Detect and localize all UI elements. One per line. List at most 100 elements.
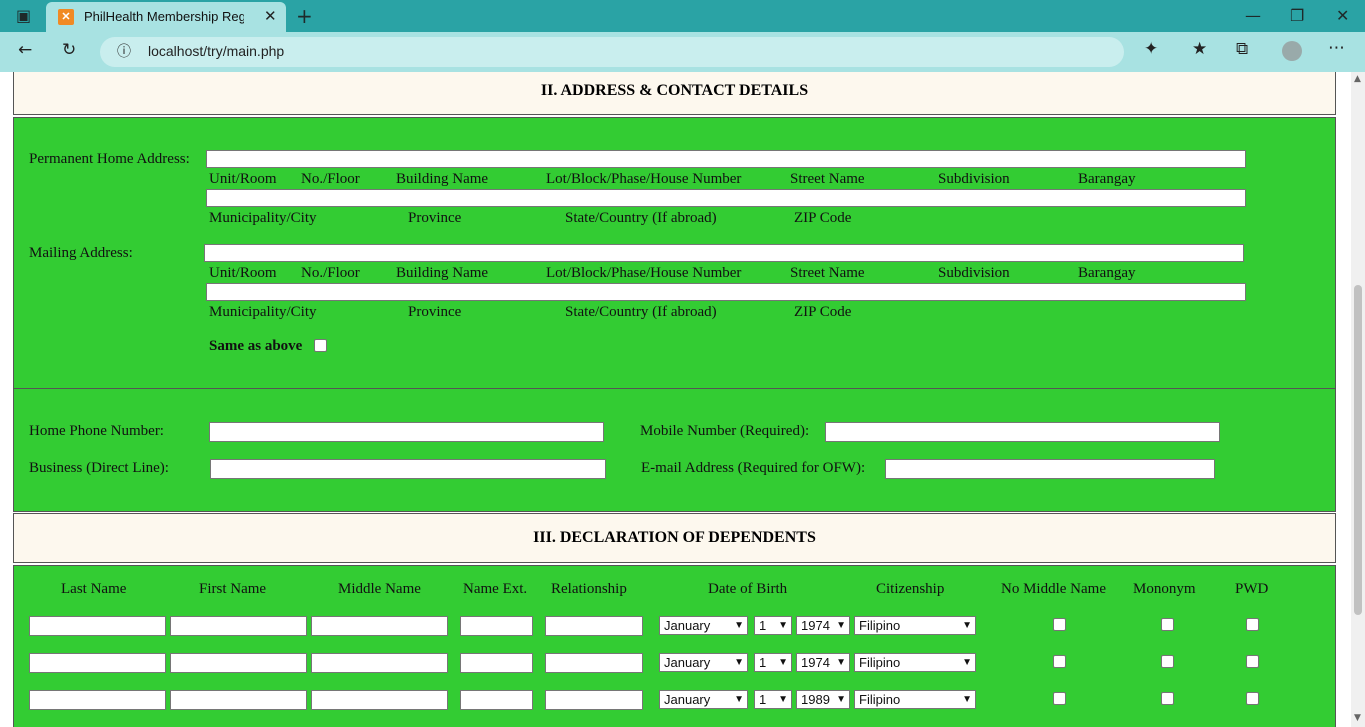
browser-tab[interactable]: ✕ PhilHealth Membership Registrat ✕ [46,2,286,32]
contact-panel: Home Phone Number: Mobile Number (Requir… [13,388,1336,512]
relationship-input[interactable] [545,653,643,673]
favorites-icon[interactable]: ★ [1192,39,1207,59]
birth-year-select[interactable]: 1989 ▼ [796,690,850,709]
first-name-input[interactable] [170,690,307,710]
url-text: localhost/try/main.php [148,43,285,59]
citizenship-select[interactable]: Filipino ▼ [854,690,976,709]
refresh-icon[interactable]: ↻ [62,40,76,60]
page-scrollbar[interactable]: ▲ ▼ [1351,72,1365,727]
birth-year-select[interactable]: 1974 ▼ [796,653,850,672]
street-label: Street Name [790,171,865,187]
middle-name-input[interactable] [311,616,448,636]
mailing-state-country-label: State/Country (If abroad) [565,304,717,320]
last-name-input[interactable] [29,690,166,710]
middle-name-input[interactable] [311,690,448,710]
tab-title: PhilHealth Membership Registrat [84,9,244,24]
mailing-barangay-label: Barangay [1078,265,1136,281]
col-middle-name: Middle Name [338,581,421,597]
floor-label: No./Floor [301,171,360,187]
collections-icon[interactable]: ⧉ [1236,39,1248,59]
mailing-address-label: Mailing Address: [29,245,133,261]
birth-day-select[interactable]: 1 ▼ [754,653,792,672]
chevron-down-icon: ▼ [836,694,846,705]
scroll-thumb[interactable] [1354,285,1362,615]
info-icon[interactable]: ⓘ [117,41,131,61]
mailing-zip-label: ZIP Code [794,304,852,320]
permanent-address-line1-input[interactable] [206,150,1246,168]
birth-day-select[interactable]: 1 ▼ [754,690,792,709]
home-phone-input[interactable] [209,422,604,442]
last-name-input[interactable] [29,616,166,636]
barangay-label: Barangay [1078,171,1136,187]
extensions-icon[interactable]: ✦ [1144,39,1158,59]
pwd-checkbox[interactable] [1246,655,1259,668]
name-ext-input[interactable] [460,616,533,636]
chevron-down-icon: ▼ [962,620,972,631]
col-date-of-birth: Date of Birth [708,581,788,597]
first-name-input[interactable] [170,653,307,673]
address-bar[interactable]: ⓘ localhost/try/main.php [100,37,1124,67]
citizenship-select[interactable]: Filipino ▼ [854,653,976,672]
back-icon[interactable]: ← [18,40,32,60]
no-middle-name-checkbox[interactable] [1053,692,1066,705]
xampp-icon: ✕ [58,9,74,25]
relationship-input[interactable] [545,616,643,636]
email-label: E-mail Address (Required for OFW): [641,460,866,476]
no-middle-name-checkbox[interactable] [1053,655,1066,668]
section-2-title: II. ADDRESS & CONTACT DETAILS [540,82,809,99]
name-ext-input[interactable] [460,653,533,673]
chevron-down-icon: ▼ [962,657,972,668]
mailing-street-label: Street Name [790,265,865,281]
minimize-button[interactable]: — [1245,6,1261,25]
birth-month-select[interactable]: January ▼ [659,690,748,709]
profile-avatar[interactable] [1282,41,1302,61]
pwd-checkbox[interactable] [1246,692,1259,705]
sidebar-toggle-icon[interactable]: ▣ [16,6,31,25]
mailing-address-line2-input[interactable] [206,283,1246,301]
mobile-input[interactable] [825,422,1220,442]
chevron-down-icon: ▼ [778,657,788,668]
name-ext-input[interactable] [460,690,533,710]
pwd-checkbox[interactable] [1246,618,1259,631]
close-window-button[interactable]: ✕ [1336,6,1349,25]
permanent-address-line2-input[interactable] [206,189,1246,207]
dependents-panel: Last Name First Name Middle Name Name Ex… [13,565,1336,727]
mailing-subdivision-label: Subdivision [938,265,1010,281]
scroll-up-icon[interactable]: ▲ [1354,74,1361,84]
province-label: Province [408,210,462,226]
mononym-checkbox[interactable] [1161,692,1174,705]
chevron-down-icon: ▼ [778,620,788,631]
restore-button[interactable]: ❐ [1290,6,1304,25]
mononym-checkbox[interactable] [1161,655,1174,668]
middle-name-input[interactable] [311,653,448,673]
no-middle-name-checkbox[interactable] [1053,618,1066,631]
mononym-checkbox[interactable] [1161,618,1174,631]
more-menu-icon[interactable]: ⋯ [1328,38,1345,58]
mailing-lot-block-label: Lot/Block/Phase/House Number [546,265,742,281]
birth-month-select[interactable]: January ▼ [659,653,748,672]
browser-title-bar: ▣ ✕ PhilHealth Membership Registrat ✕ + … [0,0,1365,32]
col-first-name: First Name [199,581,267,597]
chevron-down-icon: ▼ [836,657,846,668]
state-country-label: State/Country (If abroad) [565,210,717,226]
citizenship-select[interactable]: Filipino ▼ [854,616,976,635]
scroll-down-icon[interactable]: ▼ [1354,713,1361,723]
section-3-header: III. DECLARATION OF DEPENDENTS [13,513,1336,563]
subdivision-label: Subdivision [938,171,1010,187]
birth-day-select[interactable]: 1 ▼ [754,616,792,635]
same-as-above-checkbox[interactable] [314,339,327,352]
last-name-input[interactable] [29,653,166,673]
birth-month-select[interactable]: January ▼ [659,616,748,635]
mailing-address-line1-input[interactable] [204,244,1244,262]
tab-close-button[interactable]: ✕ [264,7,277,25]
business-input[interactable] [210,459,606,479]
building-label: Building Name [396,171,489,187]
email-input[interactable] [885,459,1215,479]
col-name-ext: Name Ext. [463,581,528,597]
municipality-label: Municipality/City [209,210,317,226]
birth-year-select[interactable]: 1974 ▼ [796,616,850,635]
unit-room-label: Unit/Room [209,171,277,187]
first-name-input[interactable] [170,616,307,636]
relationship-input[interactable] [545,690,643,710]
new-tab-button[interactable]: + [296,4,313,28]
